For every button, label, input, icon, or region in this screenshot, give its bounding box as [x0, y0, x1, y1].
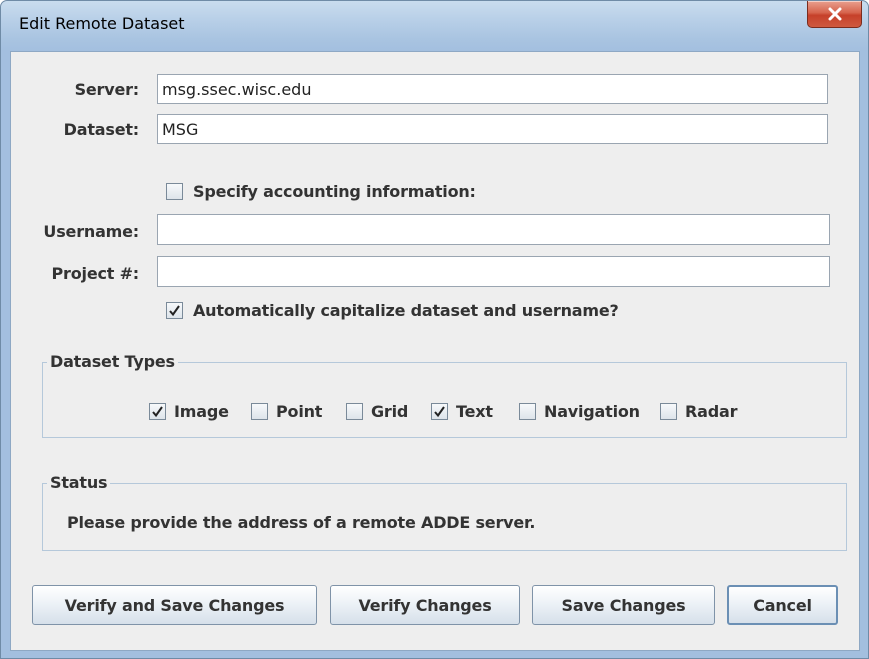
- checkmark-icon: [169, 305, 180, 317]
- type-radar-checkbox[interactable]: [660, 403, 677, 420]
- save-changes-button[interactable]: Save Changes: [532, 585, 715, 625]
- close-icon: [828, 7, 841, 21]
- project-input[interactable]: [157, 256, 830, 287]
- cancel-button[interactable]: Cancel: [727, 585, 838, 625]
- server-input[interactable]: [157, 74, 828, 104]
- status-title: Status: [47, 473, 111, 492]
- dialog-content: Server: Dataset: Specify accounting info…: [10, 51, 860, 651]
- accounting-checkbox-label: Specify accounting information:: [193, 182, 476, 201]
- type-point-checkbox[interactable]: [251, 403, 268, 420]
- title-bar[interactable]: Edit Remote Dataset: [1, 1, 868, 51]
- checkmark-icon: [434, 406, 445, 418]
- checkmark-icon: [152, 406, 163, 418]
- type-point-label: Point: [276, 402, 323, 421]
- capitalize-checkbox[interactable]: [166, 302, 183, 319]
- status-group: Status Please provide the address of a r…: [42, 473, 847, 551]
- type-text-checkbox[interactable]: [431, 403, 448, 420]
- dataset-types-group: Dataset Types Image Point Grid Text Navi…: [42, 352, 847, 438]
- type-navigation-checkbox[interactable]: [519, 403, 536, 420]
- project-label: Project #:: [51, 264, 140, 283]
- capitalize-checkbox-label: Automatically capitalize dataset and use…: [193, 301, 619, 320]
- type-image-checkbox[interactable]: [149, 403, 166, 420]
- type-text-label: Text: [456, 402, 493, 421]
- type-image-label: Image: [174, 402, 229, 421]
- verify-changes-button[interactable]: Verify Changes: [330, 585, 520, 625]
- accounting-checkbox[interactable]: [166, 183, 183, 200]
- close-button[interactable]: [807, 1, 862, 28]
- dataset-types-title: Dataset Types: [47, 352, 178, 371]
- type-grid-checkbox[interactable]: [346, 403, 363, 420]
- server-label: Server:: [74, 80, 140, 99]
- dataset-label: Dataset:: [63, 120, 140, 139]
- type-navigation-label: Navigation: [544, 402, 640, 421]
- dialog-window: Edit Remote Dataset Server: Dataset: Spe…: [0, 0, 869, 659]
- username-label: Username:: [43, 222, 139, 241]
- window-title: Edit Remote Dataset: [19, 14, 185, 33]
- type-grid-label: Grid: [371, 402, 409, 421]
- dataset-input[interactable]: [157, 114, 828, 144]
- username-input[interactable]: [157, 214, 830, 245]
- status-message: Please provide the address of a remote A…: [67, 513, 536, 532]
- type-radar-label: Radar: [685, 402, 738, 421]
- verify-and-save-button[interactable]: Verify and Save Changes: [32, 585, 317, 625]
